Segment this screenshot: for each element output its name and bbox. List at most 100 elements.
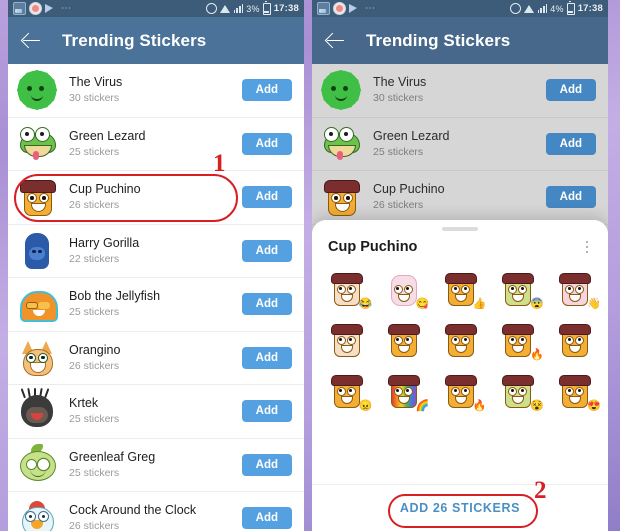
pack-name: Cup Puchino [373, 182, 445, 197]
screenshot-stage: ⋯ 3% 17:38 Trending Stickers The Virus 30… [0, 0, 620, 531]
pack-sticker-count: 25 stickers [69, 413, 120, 426]
status-bar-right-left-icons: ⋯ [317, 2, 376, 15]
sticker-preview-item[interactable] [375, 315, 430, 364]
kebab-menu-icon[interactable] [580, 238, 594, 256]
add-button[interactable]: Add [241, 132, 292, 155]
add-button[interactable]: Add [241, 400, 292, 423]
add-button[interactable]: Add [241, 507, 292, 530]
back-arrow-icon[interactable] [326, 31, 346, 51]
pack-name: Cock Around the Clock [69, 503, 197, 518]
pack-name: Krtek [69, 396, 99, 411]
clock-left: 17:38 [273, 3, 299, 14]
pack-name: The Virus [373, 75, 427, 90]
table-row[interactable]: Krtek 25 stickers Add [8, 385, 304, 439]
virus-thumb [321, 70, 361, 111]
add-button[interactable]: Add [545, 79, 596, 102]
sticker-emoji: 😨 [530, 298, 544, 310]
pack-sticker-count: 26 stickers [69, 359, 120, 372]
sticker-pack-list[interactable]: The Virus 30 stickers Add Green Lezard 25 st… [8, 64, 304, 531]
clock-right: 17:38 [577, 3, 603, 14]
battery-icon [566, 0, 575, 15]
sticker-emoji: 😍 [587, 400, 601, 412]
cup-sticker-icon [444, 323, 477, 357]
pack-name: Green Lezard [373, 128, 450, 143]
sticker-emoji: 👋 [587, 298, 601, 310]
page-title: Trending Stickers [366, 30, 511, 50]
table-row[interactable]: Cock Around the Clock 26 stickers Add [8, 492, 304, 531]
pack-name: Harry Gorilla [69, 235, 140, 250]
sticker-preview-item[interactable]: 🔥 [490, 315, 545, 364]
table-row[interactable]: The Virus 30 stickers Add [312, 64, 608, 118]
pack-info: Orangino 26 stickers [69, 343, 242, 373]
back-arrow-icon[interactable] [22, 31, 42, 51]
photo-icon [13, 2, 26, 15]
pack-sticker-count: 30 stickers [69, 92, 120, 105]
sheet-title: Cup Puchino [328, 239, 418, 255]
sticker-preview-item[interactable]: 😍 [547, 366, 602, 415]
add-button[interactable]: Add [545, 186, 596, 209]
table-row[interactable]: Cup Puchino 26 stickers Add [312, 171, 608, 225]
table-row[interactable]: Cup Puchino 26 stickers Add [8, 171, 304, 225]
battery-percent-right: 4% [550, 3, 564, 14]
alarm-icon [205, 3, 217, 14]
cup-sticker-icon [390, 273, 417, 306]
sticker-preview-item[interactable] [318, 315, 373, 364]
sticker-emoji: 😵 [530, 400, 544, 412]
table-row[interactable]: Orangino 26 stickers Add [8, 331, 304, 385]
add-button[interactable]: Add [545, 132, 596, 155]
table-row[interactable]: The Virus 30 stickers Add [8, 64, 304, 118]
sticker-preview-item[interactable] [432, 315, 487, 364]
sticker-preview-item[interactable]: 👍 [432, 264, 487, 313]
fox-thumb [18, 339, 56, 377]
cup-sticker-icon [502, 272, 535, 306]
table-row[interactable]: Bob the Jellyfish 25 stickers Add [8, 278, 304, 332]
add-button[interactable]: Add [241, 79, 292, 102]
sticker-emoji: 😂 [358, 298, 373, 310]
add-button[interactable]: Add [241, 293, 292, 316]
status-bar-right-icons: 3% 17:38 [205, 0, 299, 15]
cup-thumb [322, 178, 360, 217]
cup-thumb [18, 178, 56, 217]
sticker-emoji: 😠 [358, 400, 373, 412]
sheet-header: Cup Puchino [312, 231, 608, 260]
add-button[interactable]: Add [241, 453, 292, 476]
cup-sticker-icon [387, 374, 420, 408]
pack-info: The Virus 30 stickers [373, 75, 546, 105]
app-bar-right: Trending Stickers [312, 17, 608, 64]
share-icon [45, 3, 56, 14]
table-row[interactable]: Green Lezard 25 stickers Add [312, 117, 608, 171]
sticker-preview-item[interactable] [547, 315, 602, 364]
mole-thumb [18, 388, 56, 430]
cup-sticker-icon [330, 374, 363, 408]
more-dots-icon: ⋯ [365, 2, 376, 14]
table-row[interactable]: Harry Gorilla 22 stickers Add [8, 224, 304, 278]
pack-sticker-count: 25 stickers [373, 145, 424, 158]
cup-sticker-icon [444, 272, 477, 306]
jellyfish-thumb [18, 285, 58, 323]
sticker-preview-item[interactable]: 😠 [318, 366, 373, 415]
add-all-stickers-button[interactable]: ADD 26 STICKERS [400, 501, 520, 515]
signal-icon [537, 4, 548, 13]
sticker-preview-item[interactable]: 😨 [490, 264, 545, 313]
sticker-preview-item[interactable]: 😵 [490, 366, 545, 415]
pack-info: Green Lezard 25 stickers [373, 129, 546, 159]
wifi-icon [523, 4, 535, 13]
sticker-preview-item[interactable]: 🔥 [432, 366, 487, 415]
add-button[interactable]: Add [241, 239, 292, 262]
add-button[interactable]: Add [241, 186, 292, 209]
table-row[interactable]: Greenleaf Greg 25 stickers Add [8, 438, 304, 492]
add-button[interactable]: Add [241, 346, 292, 369]
pack-name: Cup Puchino [69, 182, 141, 197]
sticker-preview-item[interactable]: 😂 [318, 264, 373, 313]
sticker-preview-grid: 😂 😋 👍 😨 👋 🔥 😠 🌈 🔥 😵 😍 [312, 260, 608, 415]
sticker-preview-item[interactable]: 👋 [547, 264, 602, 313]
pack-info: Green Lezard 25 stickers [69, 129, 242, 159]
cup-sticker-icon [387, 323, 420, 357]
status-bar-right: ⋯ 4% 17:38 [312, 0, 608, 17]
pack-info: The Virus 30 stickers [69, 75, 242, 105]
sticker-preview-item[interactable]: 🌈 [375, 366, 430, 415]
sticker-preview-item[interactable]: 😋 [375, 264, 430, 313]
sticker-emoji: 🔥 [530, 349, 544, 361]
table-row[interactable]: Green Lezard 25 stickers Add [8, 117, 304, 171]
lezard-thumb [322, 125, 360, 163]
